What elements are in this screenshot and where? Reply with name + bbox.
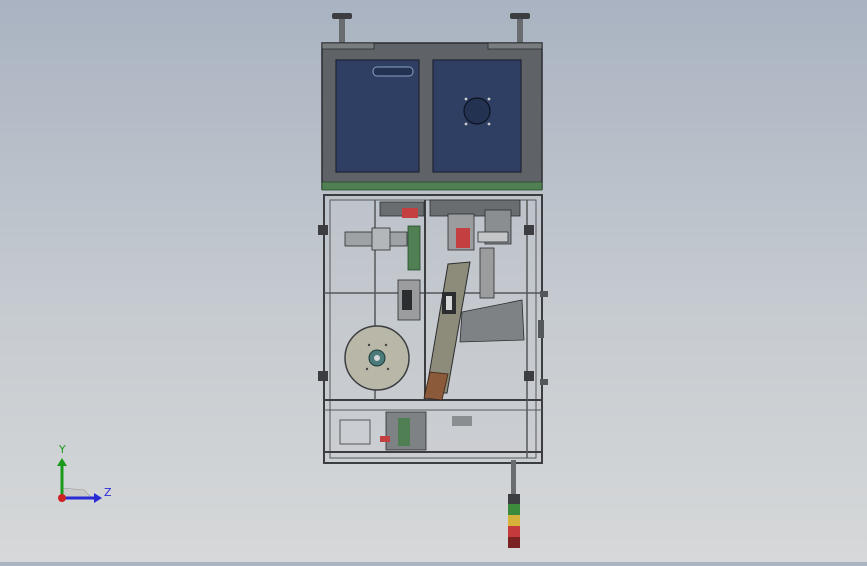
machine-model[interactable]	[0, 0, 867, 562]
leveling-feet	[332, 13, 530, 43]
left-door-panel[interactable]	[335, 59, 420, 173]
graphics-viewport[interactable]: Y Z	[0, 0, 867, 562]
signal-light-green	[508, 504, 520, 515]
signal-light-yellow	[508, 515, 520, 526]
green-deck	[321, 181, 543, 191]
origin-marker	[58, 494, 66, 502]
door-handle[interactable]	[372, 66, 414, 77]
signal-tower[interactable]	[508, 460, 520, 548]
z-axis-label: Z	[104, 486, 112, 499]
panel-port	[463, 97, 491, 125]
y-axis-label: Y	[59, 443, 66, 456]
coordinate-triad	[57, 458, 102, 503]
upper-cabinet[interactable]	[321, 42, 543, 191]
signal-light-red	[508, 526, 520, 537]
